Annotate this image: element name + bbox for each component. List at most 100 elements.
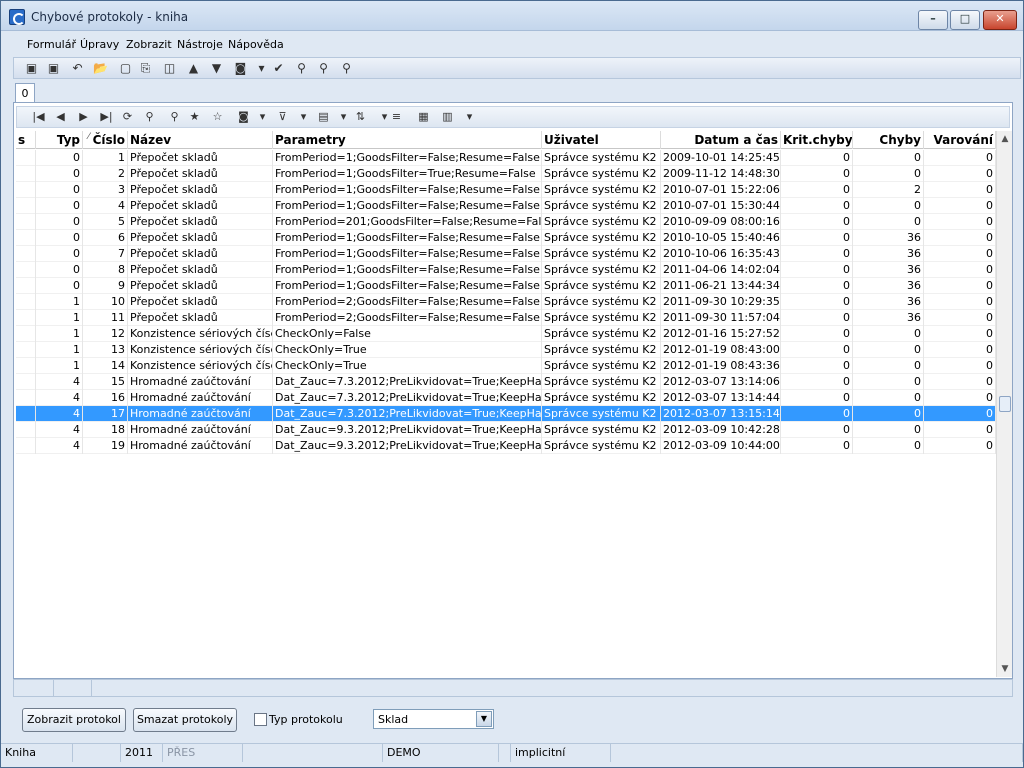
maximize-button[interactable]: □ [950, 10, 980, 30]
cell-datum: 2011-09-30 11:57:04 [663, 310, 781, 326]
book-icon[interactable]: ◫ [162, 61, 177, 75]
chevron-down-icon[interactable]: ▼ [476, 711, 492, 727]
cell-cislo: 15 [83, 374, 128, 390]
close-icon: ✕ [995, 12, 1005, 25]
status-cell: DEMO [383, 744, 499, 762]
table-row[interactable]: 1 12 Konzistence sériových čísel CheckOnly=… [16, 326, 996, 342]
column-header-s[interactable]: s [16, 131, 36, 149]
table-row[interactable]: 4 15 Hromadné zaúčtování Dat_Zauc=7.3.2012;… [16, 374, 996, 390]
find-next-icon[interactable]: ⚲ [167, 110, 182, 124]
table-row[interactable]: 0 4 Přepočet skladů FromPeriod=1;GoodsFilte… [16, 198, 996, 214]
binoculars-next-icon[interactable]: ⚲ [316, 61, 331, 75]
report-icon[interactable]: ▥ [440, 110, 455, 124]
cell-datum: 2010-10-06 16:35:43 [663, 246, 781, 262]
close-button[interactable]: ✕ [983, 10, 1017, 30]
cell-chyby: 2 [853, 182, 924, 198]
cell-varovani: 0 [924, 246, 996, 262]
cell-krit: 0 [781, 390, 853, 406]
prev-record-icon[interactable]: ◀ [53, 110, 68, 124]
table-row[interactable]: 0 5 Přepočet skladů FromPeriod=201;GoodsFil… [16, 214, 996, 230]
menu-nastroje[interactable]: Nástroje [177, 38, 223, 51]
table-row[interactable]: 0 6 Přepočet skladů FromPeriod=1;GoodsFilte… [16, 230, 996, 246]
column-header-chyby[interactable]: Chyby [853, 131, 924, 149]
cell-s [16, 422, 36, 438]
table-row[interactable]: 1 10 Přepočet skladů FromPeriod=2;GoodsFilt… [16, 294, 996, 310]
cell-parametry: FromPeriod=1;GoodsFilter=False;Resume=Fa… [273, 246, 542, 262]
find-icon[interactable]: ⚲ [142, 110, 157, 124]
check-icon[interactable]: ✔ [271, 61, 286, 75]
cell-s [16, 326, 36, 342]
table-row[interactable]: 0 8 Přepočet skladů FromPeriod=1;GoodsFilte… [16, 262, 996, 278]
table-row[interactable]: 1 13 Konzistence sériových čísel CheckOnly=… [16, 342, 996, 358]
column-header-varovani[interactable]: Varování [924, 131, 996, 149]
arrow-up-icon[interactable]: ▲ [186, 61, 201, 75]
columns-icon[interactable]: ▤ [316, 110, 331, 124]
binoculars-icon[interactable]: ⚲ [294, 61, 309, 75]
arrow-down-icon[interactable]: ▼ [209, 61, 224, 75]
column-header-datum[interactable]: Datum a čas [661, 131, 781, 149]
table-row[interactable]: 0 1 Přepočet skladů FromPeriod=1;GoodsFilte… [16, 150, 996, 166]
column-header-uzivatel[interactable]: Uživatel [542, 131, 661, 149]
scroll-thumb[interactable] [999, 396, 1011, 412]
column-header-krit[interactable]: Krit.chyby [781, 131, 853, 149]
new-document-icon[interactable]: ▢ [118, 61, 133, 75]
dropdown-icon[interactable]: ▾ [336, 110, 351, 124]
table-row[interactable]: 4 16 Hromadné zaúčtování Dat_Zauc=7.3.2012;… [16, 390, 996, 406]
menu-upravy[interactable]: Úpravy [80, 38, 119, 51]
minimize-button[interactable]: – [918, 10, 948, 30]
table-row[interactable]: 0 9 Přepočet skladů FromPeriod=1;GoodsFilte… [16, 278, 996, 294]
cell-nazev: Hromadné zaúčtování [128, 406, 273, 422]
column-header-typ[interactable]: Typ [36, 131, 83, 149]
table-row[interactable]: 4 18 Hromadné zaúčtování Dat_Zauc=9.3.2012;… [16, 422, 996, 438]
camera-icon[interactable]: ◙ [236, 110, 251, 124]
table-row[interactable]: 0 7 Přepočet skladů FromPeriod=1;GoodsFilte… [16, 246, 996, 262]
binoculars-prev-icon[interactable]: ⚲ [339, 61, 354, 75]
show-protocol-button[interactable]: Zobrazit protokol [22, 708, 126, 732]
camera-icon[interactable]: ◙ [233, 61, 248, 75]
cell-datum: 2010-07-01 15:22:06 [663, 182, 781, 198]
protocol-type-checkbox[interactable] [254, 713, 267, 726]
dropdown-icon[interactable]: ▾ [462, 110, 477, 124]
cell-cislo: 11 [83, 310, 128, 326]
dropdown-icon[interactable]: ▾ [255, 110, 270, 124]
vertical-scrollbar[interactable]: ▲ ▼ [996, 131, 1012, 677]
column-header-nazev[interactable]: Název [128, 131, 273, 149]
menu-zobrazit[interactable]: Zobrazit [126, 38, 172, 51]
cell-s [16, 390, 36, 406]
column-header-parametry[interactable]: Parametry [273, 131, 542, 149]
first-record-icon[interactable]: |◀ [31, 110, 46, 124]
scroll-up-icon[interactable]: ▲ [997, 131, 1013, 147]
sort-icon[interactable]: ⇅ [353, 110, 368, 124]
cell-cislo: 13 [83, 342, 128, 358]
scroll-down-icon[interactable]: ▼ [997, 661, 1013, 677]
status-cell [243, 744, 383, 762]
table-row[interactable]: 4 17 Hromadné zaúčtování Dat_Zauc=7.3.2012;… [16, 406, 996, 422]
refresh-icon[interactable]: ⟳ [120, 110, 135, 124]
undo-icon[interactable]: ↶ [70, 61, 85, 75]
table-row[interactable]: 4 19 Hromadné zaúčtování Dat_Zauc=9.3.2012;… [16, 438, 996, 454]
filter-icon[interactable]: ⊽ [275, 110, 290, 124]
open-folder-icon[interactable]: 📂 [93, 61, 108, 75]
remove-bookmark-icon[interactable]: ☆ [210, 110, 225, 124]
table-row[interactable]: 0 3 Přepočet skladů FromPeriod=1;GoodsFilte… [16, 182, 996, 198]
save-as-icon[interactable]: ▣ [46, 61, 61, 75]
export-excel-icon[interactable]: ▦ [416, 110, 431, 124]
dropdown-icon[interactable]: ▾ [296, 110, 311, 124]
table-row[interactable]: 1 11 Přepočet skladů FromPeriod=2;GoodsFilt… [16, 310, 996, 326]
last-record-icon[interactable]: ▶| [99, 110, 114, 124]
minimize-icon: – [930, 12, 936, 25]
warehouse-select[interactable]: Sklad ▼ [373, 709, 494, 729]
save-icon[interactable]: ▣ [24, 61, 39, 75]
menu-napoveda[interactable]: Nápověda [228, 38, 284, 51]
add-bookmark-icon[interactable]: ★ [187, 110, 202, 124]
dropdown-icon[interactable]: ▾ [254, 61, 269, 75]
cell-uzivatel: Správce systému K2 [542, 358, 661, 374]
next-record-icon[interactable]: ▶ [76, 110, 91, 124]
delete-protocols-button[interactable]: Smazat protokoly [133, 708, 237, 732]
list-icon[interactable]: ≡ [389, 110, 404, 124]
table-row[interactable]: 0 2 Přepočet skladů FromPeriod=1;GoodsFilte… [16, 166, 996, 182]
table-row[interactable]: 1 14 Konzistence sériových čísel CheckOnly=… [16, 358, 996, 374]
tab-0[interactable]: 0 [15, 83, 35, 103]
menu-formular[interactable]: Formulář [27, 38, 76, 51]
copy-icon[interactable]: ⎘ [138, 61, 153, 75]
